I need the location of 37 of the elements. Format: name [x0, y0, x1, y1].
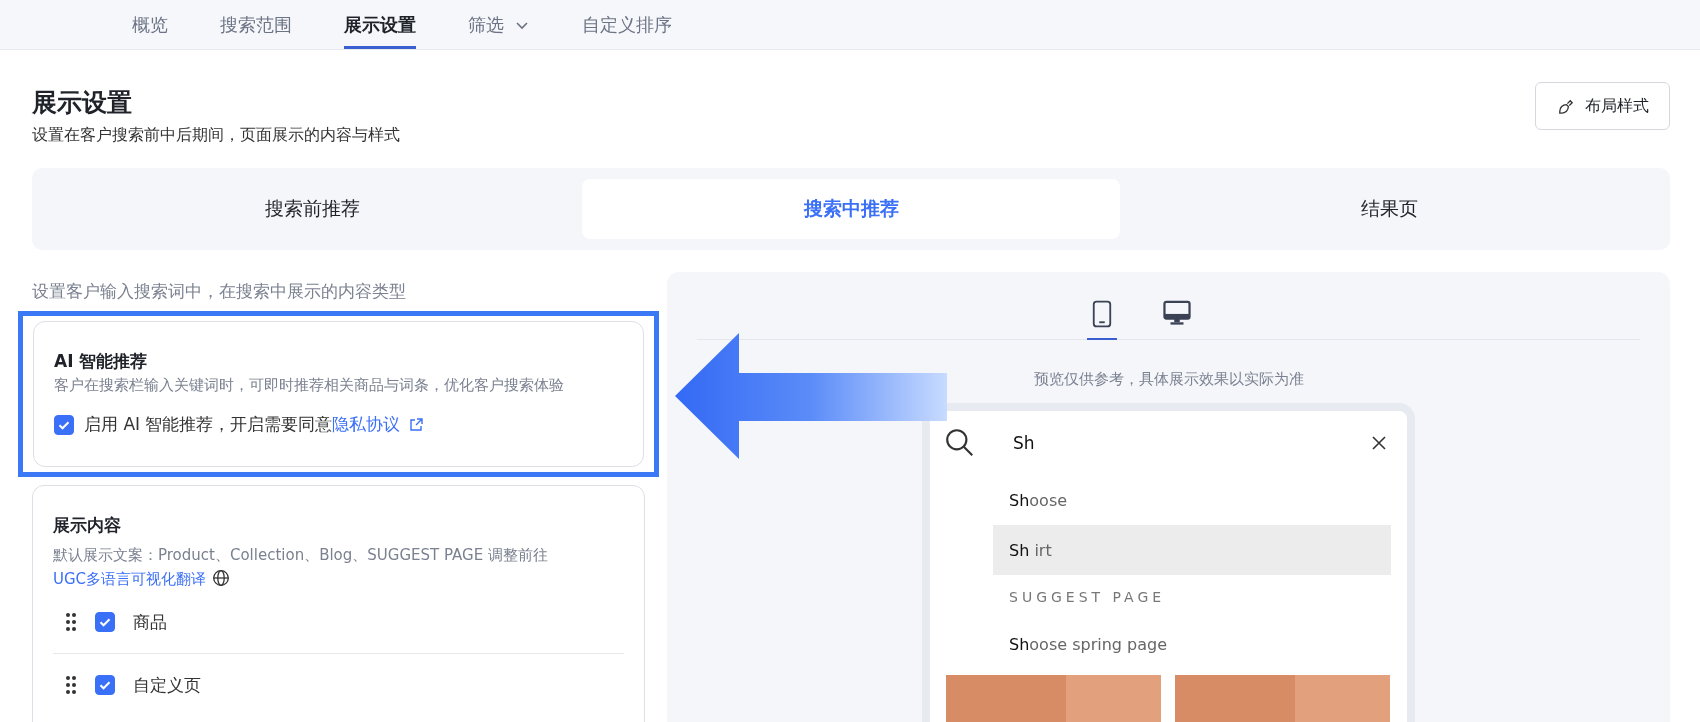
nav-tab[interactable]: 自定义排序 — [582, 0, 672, 49]
section-title: SUGGEST PAGE — [1009, 588, 1167, 607]
suggestion-item[interactable]: Shoose — [993, 475, 1391, 525]
card-title: 展示内容 — [53, 514, 122, 537]
search-field[interactable]: Sh — [1013, 433, 1371, 453]
card-title: AI 智能推荐 — [54, 350, 149, 373]
external-link-icon[interactable] — [408, 416, 425, 433]
nav-tab[interactable]: 搜索范围 — [220, 0, 292, 49]
preview-note: 预览仅供参考，具体展示效果以实际为准 — [1033, 370, 1304, 389]
checkbox[interactable] — [54, 414, 74, 435]
checkbox[interactable] — [95, 675, 115, 695]
page-title: 展示设置 — [32, 87, 133, 119]
segment-tab[interactable]: 搜索中推荐 — [581, 179, 1121, 239]
checkbox-label: 商品 — [133, 610, 167, 634]
translation-link[interactable]: UGC多语言可视化翻译 — [53, 570, 207, 588]
checkbox-label: 自定义页 — [133, 673, 201, 697]
nav-tab[interactable]: 展示设置 — [344, 0, 416, 49]
search-icon — [944, 427, 976, 459]
checkbox[interactable] — [95, 612, 115, 632]
page-suggestion[interactable]: Shoose spring page — [993, 619, 1391, 669]
card-description: 客户在搜索栏输入关键词时，可即时推荐相关商品与词条，优化客户搜索体验 — [54, 375, 565, 396]
privacy-link[interactable]: 隐私协议 — [332, 414, 401, 434]
nav-tab[interactable]: 概览 — [132, 0, 168, 49]
page-subtitle: 设置在客户搜索前中后期间，页面展示的内容与样式 — [32, 125, 400, 146]
drag-handle-icon[interactable] — [65, 675, 77, 695]
drag-handle-icon[interactable] — [65, 612, 77, 632]
segment-tab[interactable]: 搜索前推荐 — [43, 179, 582, 239]
globe-icon[interactable] — [212, 569, 231, 587]
suggestion-item[interactable]: Sh irt — [993, 525, 1391, 575]
checkbox-label: 启用 AI 智能推荐，开启需要同意隐私协议 — [84, 413, 401, 436]
card-description: 默认展示文案：Product、Collection、Blog、SUGGEST PAGE 调整前往 — [53, 545, 549, 566]
section-hint: 设置客户输入搜索词中，在搜索中展示的内容类型 — [32, 280, 407, 303]
close-icon[interactable] — [1371, 435, 1387, 451]
nav-tab[interactable]: 筛选 — [468, 0, 530, 49]
phone-tab[interactable] — [1086, 300, 1117, 340]
layout-style-button[interactable]: 布局样式 — [1535, 82, 1670, 130]
segment-tab[interactable]: 结果页 — [1120, 179, 1659, 239]
